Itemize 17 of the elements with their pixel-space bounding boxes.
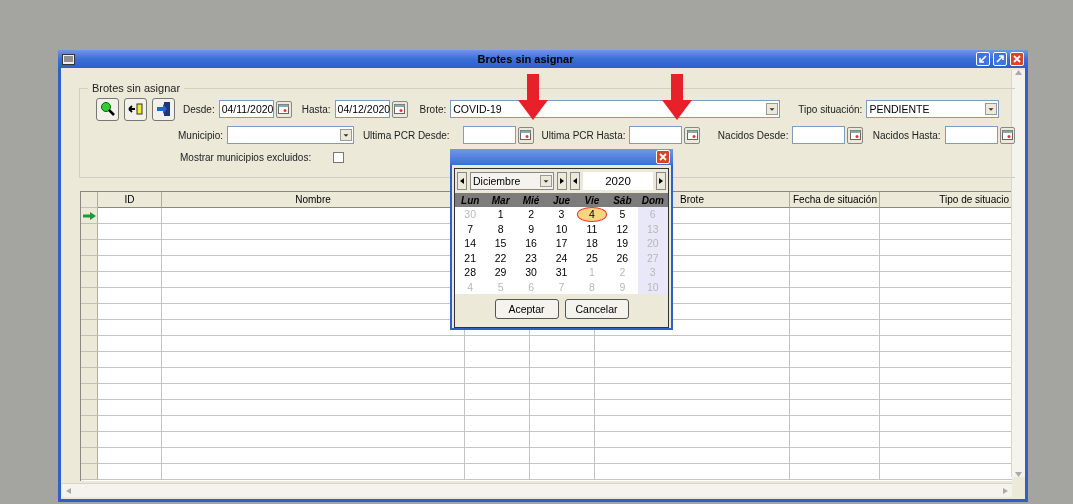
field-label: Brote: (419, 103, 447, 115)
field-label: Nacidos Hasta: (872, 129, 941, 141)
field-label: Ultima PCR Desde: (362, 129, 450, 141)
field-label: Desde: (183, 103, 215, 115)
field-label: Tipo situación: (798, 103, 863, 115)
weekday-label: Dom (640, 194, 665, 206)
field-label: Hasta: (301, 103, 331, 115)
field-label: Mostrar municipios excluidos: (180, 151, 312, 163)
window-title: Brotes sin asignar (476, 53, 575, 65)
field-label: Ultima PCR Hasta: (541, 129, 626, 141)
weekday-label: Mar (490, 194, 511, 206)
weekday-label: Sáb (612, 194, 633, 206)
weekday-label: Jue (551, 194, 572, 206)
group-title: Brotes sin asignar (91, 83, 182, 94)
weekday-label: Mié (521, 194, 541, 206)
field-label: Nacidos Desde: (717, 129, 789, 141)
field-label: Municipio: (178, 129, 224, 141)
